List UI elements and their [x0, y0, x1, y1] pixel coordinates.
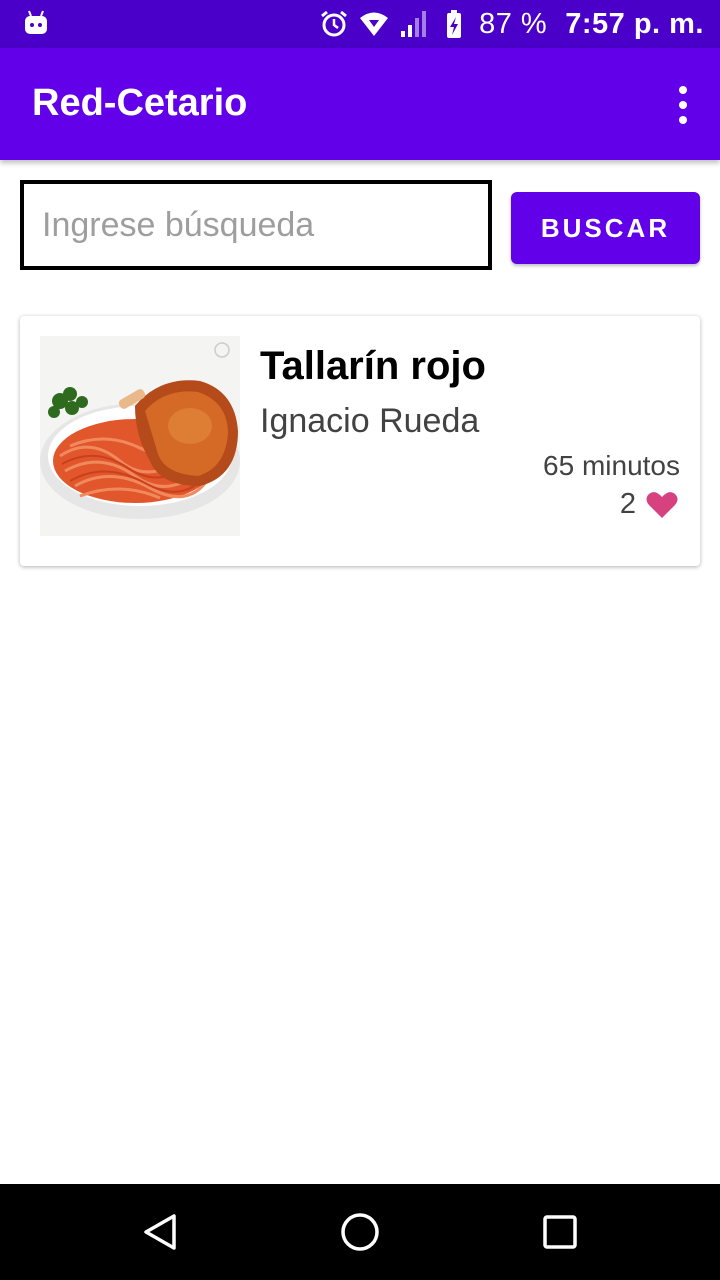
recipe-title: Tallarín rojo	[260, 344, 486, 388]
wifi-icon	[360, 12, 389, 36]
recipe-time: 65 minutos	[543, 450, 680, 481]
alarm-icon	[321, 10, 348, 37]
heart-icon[interactable]	[646, 491, 678, 519]
back-icon[interactable]	[138, 1210, 182, 1254]
search-input[interactable]	[20, 180, 492, 270]
app-bar: Red-Cetario	[0, 48, 720, 160]
search-button[interactable]: BUSCAR	[511, 192, 700, 264]
recipe-author: Ignacio Rueda	[260, 402, 480, 440]
status-bar: 87 % 7:57 p. m.	[0, 0, 720, 48]
android-robot-icon	[25, 10, 47, 34]
home-icon[interactable]	[338, 1210, 382, 1254]
signal-icon	[401, 11, 427, 37]
recipe-card[interactable]: Tallarín rojo Ignacio Rueda 65 minutos 2	[20, 316, 700, 566]
battery-percent: 87 %	[479, 7, 548, 40]
app-title: Red-Cetario	[32, 82, 248, 124]
clock: 7:57 p. m.	[565, 7, 704, 40]
overflow-menu-icon[interactable]	[672, 86, 694, 124]
navigation-bar	[0, 1184, 720, 1280]
battery-charging-icon	[447, 10, 462, 38]
recipe-image	[40, 336, 240, 536]
likes-row: 2	[620, 488, 678, 521]
recents-icon[interactable]	[538, 1210, 582, 1254]
likes-count: 2	[619, 488, 636, 520]
status-icons: 87 % 7:57 p. m.	[319, 0, 704, 48]
